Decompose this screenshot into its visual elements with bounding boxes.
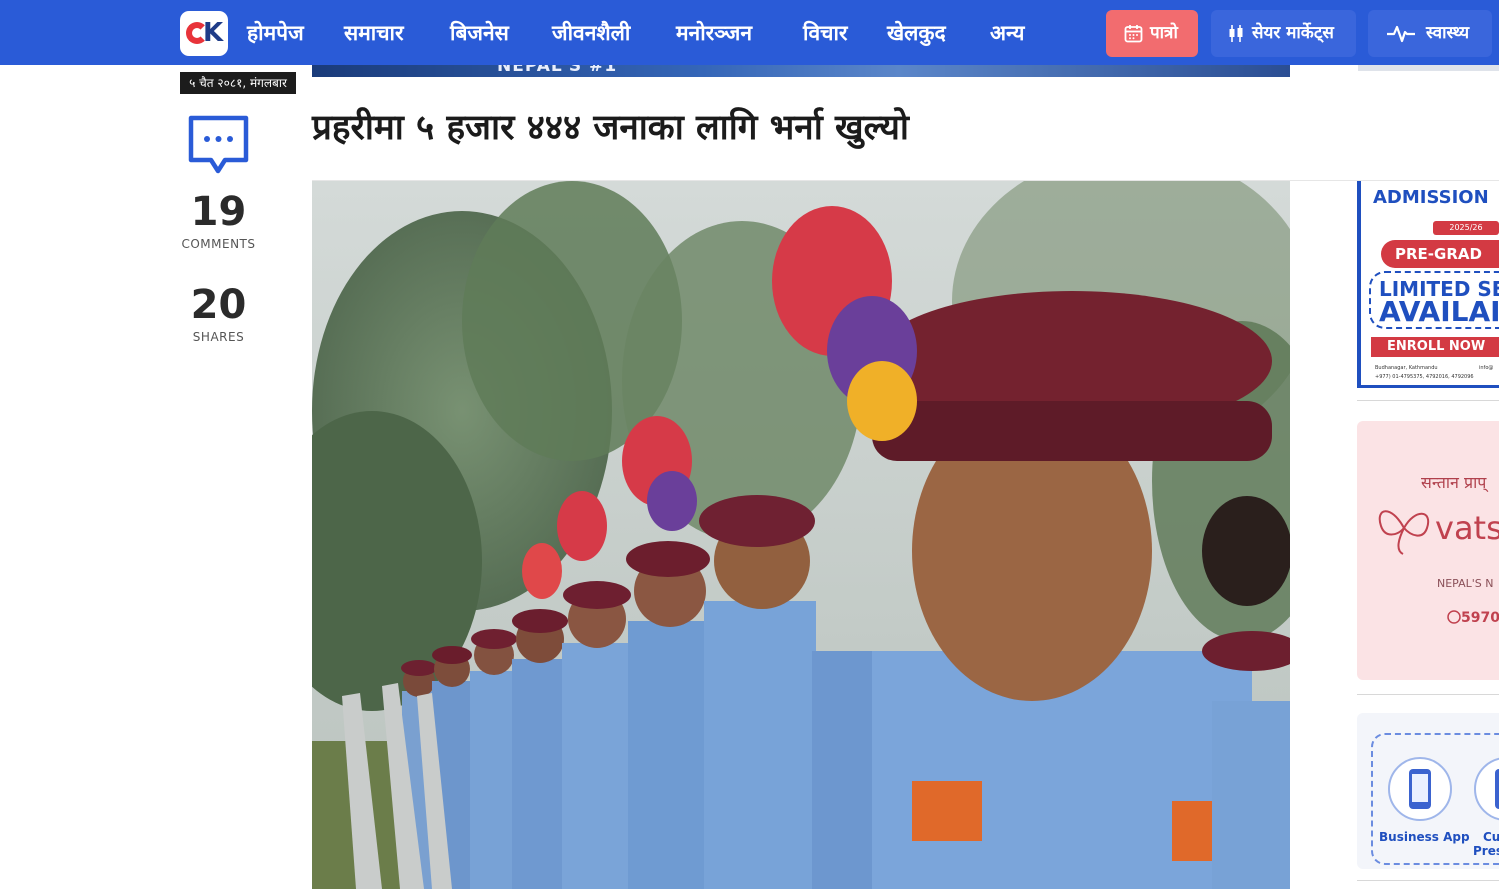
vats-tagline: सन्तान प्राप् (1421, 473, 1487, 492)
calendar-icon (1124, 25, 1143, 43)
nav-lifestyle[interactable]: जीवनशैली (552, 17, 630, 49)
nav-business[interactable]: बिजनेस (450, 17, 509, 49)
top-ad-banner[interactable]: NEPAL'S #1 (312, 65, 1290, 77)
nav-news[interactable]: समाचार (344, 17, 404, 49)
heartbeat-icon (1387, 25, 1415, 43)
vats-phone: 5970 (1461, 610, 1499, 626)
vats-ad[interactable]: सन्तान प्राप् vats NEPAL'S N 5970 (1357, 421, 1499, 680)
shares-label: SHARES (192, 330, 245, 344)
nav-entertainment[interactable]: मनोरञ्जन (676, 17, 752, 49)
nav-homepage[interactable]: होमपेज (247, 17, 304, 49)
app-label-business: Business App (1379, 830, 1470, 844)
comment-icon[interactable] (188, 115, 249, 175)
admission-enroll: ENROLL NOW (1371, 337, 1499, 357)
date-badge: ५ चैत २०८१, मंगलबार (180, 72, 296, 94)
site-logo[interactable]: K (180, 11, 228, 56)
admission-pre-grad: PRE-GRAD (1381, 240, 1499, 268)
health-label: स्वास्थ्य (1426, 23, 1470, 43)
right-ad-banner-top[interactable] (1358, 65, 1499, 71)
vats-brand: vats (1435, 509, 1499, 547)
nav-other[interactable]: अन्य (990, 17, 1024, 49)
phone-icon (1447, 610, 1461, 624)
article-hero-image (312, 181, 1290, 889)
butterfly-icon (1378, 510, 1430, 555)
app-label-second-a: Cu (1483, 830, 1499, 844)
admission-available: AVAILAI (1379, 295, 1499, 328)
share-market-label: सेयर मार्केट्स (1252, 23, 1334, 43)
share-market-button[interactable]: सेयर मार्केट्स (1211, 10, 1356, 57)
ad-divider (1357, 880, 1499, 881)
top-navbar: K होमपेज समाचार बिजनेस जीवनशैली मनोरञ्जन… (0, 0, 1499, 65)
app-label-second-b: Pres (1473, 844, 1499, 858)
candlestick-icon (1229, 25, 1243, 42)
business-app-ad[interactable]: Business App Cu Pres (1357, 713, 1499, 869)
logo-k-mark: K (203, 18, 224, 48)
nav-sports[interactable]: खेलकुद (887, 17, 946, 49)
shares-count: 20 (190, 282, 247, 328)
top-ad-banner-text: NEPAL'S #1 (497, 65, 618, 76)
ad-divider (1357, 400, 1499, 401)
comments-count[interactable]: 19 (180, 190, 257, 234)
article-headline: प्रहरीमा ५ हजार ४४४ जनाका लागि भर्ना खुल… (312, 108, 909, 148)
mobile-app-icon (1388, 757, 1452, 821)
admission-address: Budhanagar, Kathmandu (1375, 365, 1438, 371)
nav-opinion[interactable]: विचार (803, 17, 847, 49)
patro-label: पात्रो (1150, 23, 1178, 43)
admission-year: 2025/26 (1433, 221, 1499, 235)
ad-divider (1357, 694, 1499, 695)
hero-photo-illustration (312, 181, 1290, 889)
health-button[interactable]: स्वास्थ्य (1368, 10, 1492, 57)
comments-label: COMMENTS (181, 237, 256, 251)
admission-title: ADMISSION (1373, 187, 1489, 208)
mobile-app-icon (1474, 757, 1499, 821)
admission-email: info@ (1479, 365, 1494, 371)
patro-button[interactable]: पात्रो (1106, 10, 1198, 57)
admission-phone: +977) 01-4795375, 4792016, 4792096 (1375, 374, 1474, 380)
vats-sub: NEPAL'S N (1437, 577, 1494, 590)
admission-ad[interactable]: ADMISSION 2025/26 PRE-GRAD LIMITED SE AV… (1357, 181, 1499, 388)
